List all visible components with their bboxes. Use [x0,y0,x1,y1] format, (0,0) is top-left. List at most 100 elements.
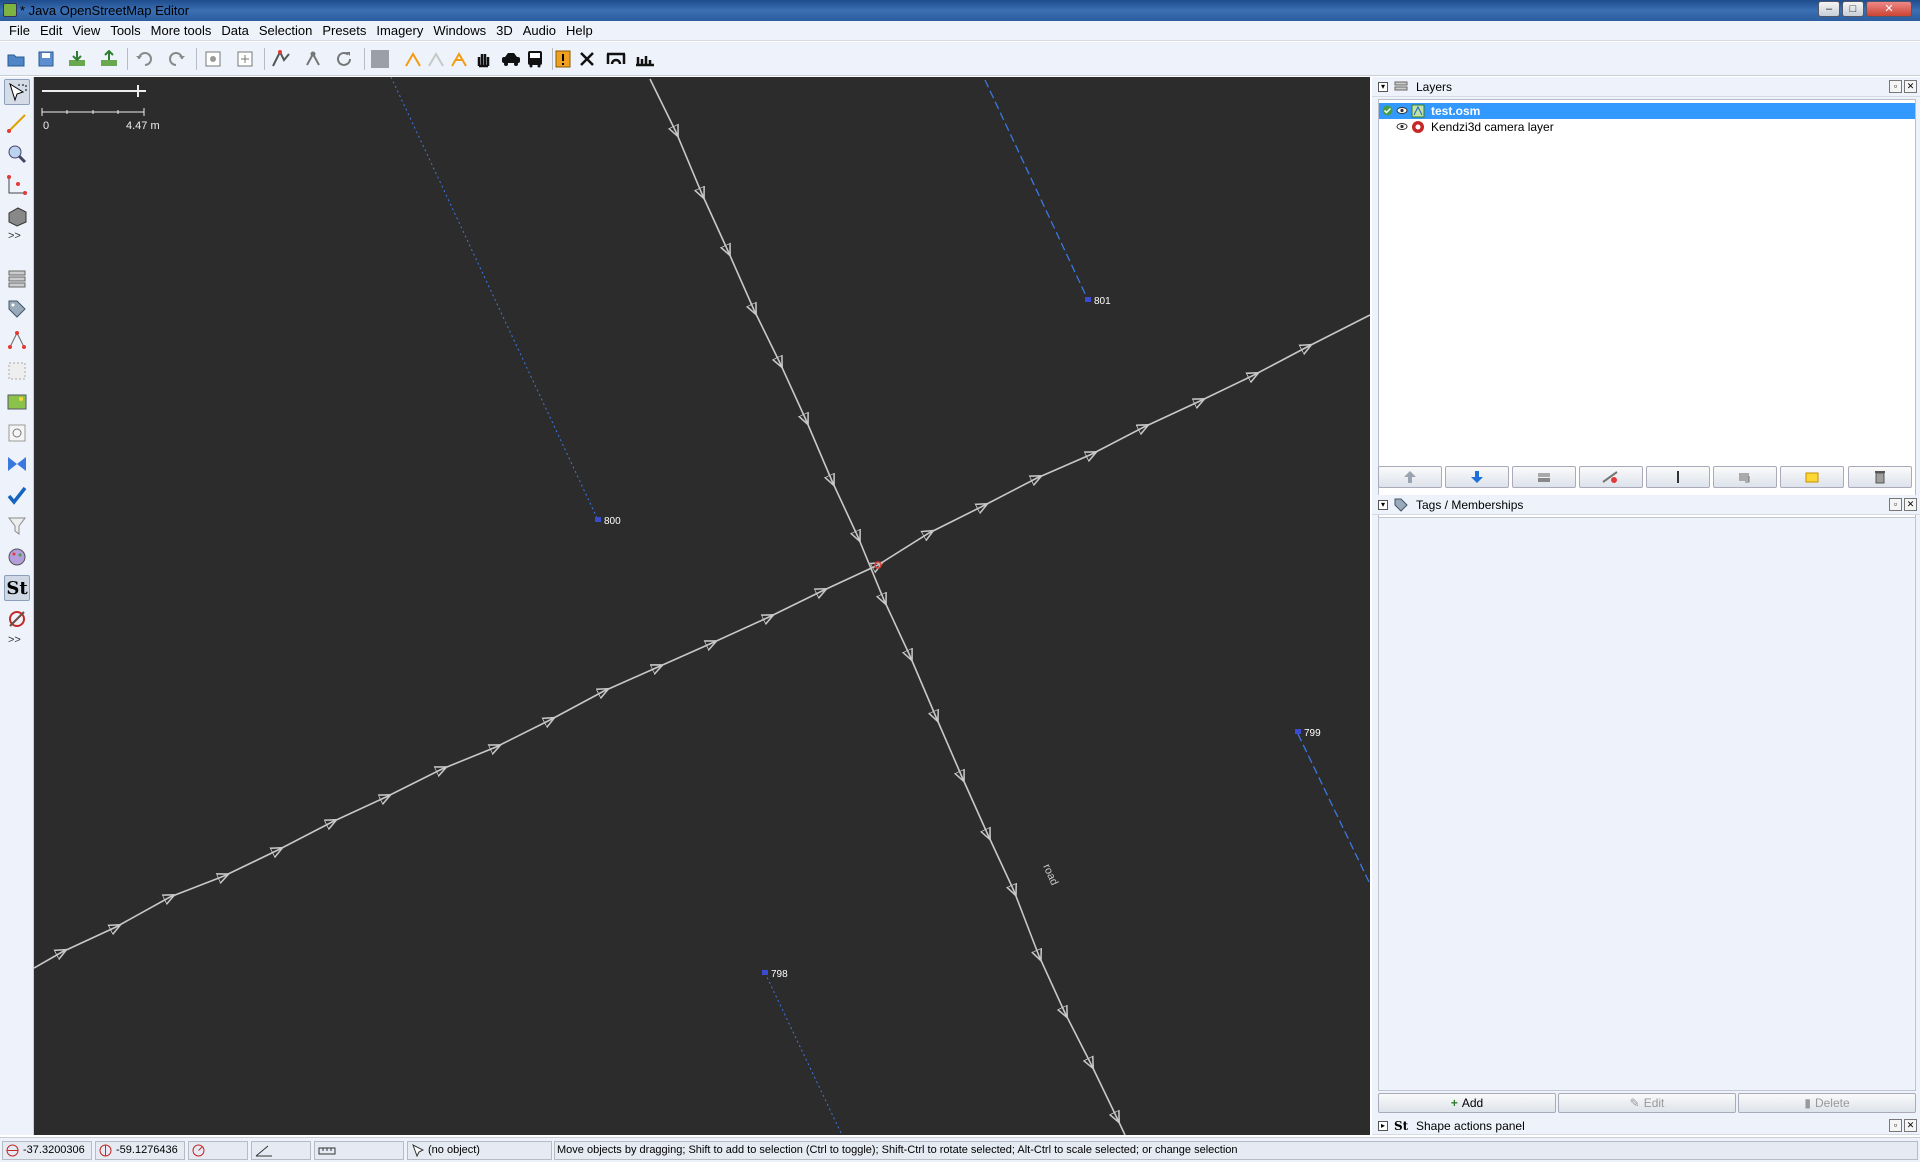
draw-icon[interactable] [4,110,30,136]
tool-c-icon[interactable] [448,48,470,70]
minimize-button[interactable]: – [1818,1,1840,17]
refresh-icon[interactable] [333,48,355,70]
latitude-field[interactable]: -37.3200306 [2,1141,92,1160]
select-icon[interactable] [4,79,30,105]
road-way-north-south[interactable] [649,78,1126,1135]
merge-layer-button[interactable] [1512,466,1576,488]
more-tools-toggle[interactable]: >> [8,230,21,242]
map-paint-icon[interactable] [4,544,30,570]
expand-shape-actions-icon[interactable]: ▸ [1378,1121,1388,1131]
activate-layer-button[interactable] [1780,466,1844,488]
menu-data[interactable]: Data [216,21,253,41]
longitude-field[interactable]: -59.1276436 [95,1141,185,1160]
menu-imagery[interactable]: Imagery [371,21,428,41]
add-tag-button[interactable]: + Add [1378,1093,1556,1113]
menu-view[interactable]: View [67,21,105,41]
node-800[interactable]: 800 [595,516,621,527]
filter-icon[interactable] [4,513,30,539]
opacity-button[interactable] [1646,466,1710,488]
zoom-icon[interactable] [4,141,30,167]
redo-icon[interactable] [166,48,188,70]
menu-presets[interactable]: Presets [317,21,371,41]
split-way-icon[interactable] [270,48,292,70]
zoom-fit-icon[interactable] [234,48,256,70]
layer-visibility-button[interactable] [1579,466,1643,488]
move-up-button[interactable] [1378,466,1442,488]
dashed-way-801[interactable] [984,79,1089,301]
road-way-southwest-northeast[interactable] [34,314,1370,969]
duplicate-layer-button[interactable] [1713,466,1777,488]
detach-shape-icon[interactable]: ▫ [1889,1119,1902,1132]
shape-tools-icon[interactable]: St [4,575,30,601]
building-icon[interactable] [4,203,30,229]
more-panels-toggle[interactable]: >> [8,634,21,646]
bridge-icon[interactable] [605,48,627,70]
maximize-button[interactable]: □ [1842,1,1864,17]
detach-tags-icon[interactable]: ▫ [1889,498,1902,511]
close-window-button[interactable]: ✕ [1866,1,1912,17]
dashed-way-799[interactable] [1297,733,1370,885]
kendzi-icon[interactable] [4,606,30,632]
open-icon[interactable] [5,48,27,70]
delete-layer-button[interactable] [1848,466,1912,488]
close-layers-icon[interactable]: ✕ [1904,80,1917,93]
close-tags-icon[interactable]: ✕ [1904,498,1917,511]
selection-list-icon[interactable] [4,358,30,384]
delete-icon[interactable] [576,48,598,70]
undo-icon[interactable] [133,48,155,70]
merge-nodes-icon[interactable] [302,48,324,70]
map-canvas[interactable]: 0 4.47 m road 800 801 799 798 [34,77,1370,1135]
collapse-layers-icon[interactable]: ▾ [1378,82,1388,92]
improve-way-icon[interactable] [4,172,30,198]
menu-file[interactable]: File [4,21,35,41]
chart-icon[interactable] [634,48,656,70]
tags-table[interactable] [1378,517,1916,1091]
active-layer-check-icon[interactable] [1382,105,1393,116]
layer-row-kendzi3d-camera[interactable]: Kendzi3d camera layer [1379,119,1915,135]
wms-layer-icon[interactable] [369,48,391,70]
download-icon[interactable] [66,48,88,70]
imagery-icon[interactable] [4,389,30,415]
collapse-tags-icon[interactable]: ▾ [1378,500,1388,510]
menu-more-tools[interactable]: More tools [146,21,217,41]
dashed-way-800[interactable] [390,77,599,521]
layers-panel-icon[interactable] [4,265,30,291]
visibility-eye-icon[interactable] [1396,121,1408,132]
node-801[interactable]: 801 [1085,296,1111,307]
map-view[interactable]: 0 4.47 m road 800 801 799 798 [34,77,1370,1135]
menu-windows[interactable]: Windows [428,21,491,41]
close-shape-icon[interactable]: ✕ [1904,1119,1917,1132]
menu-help[interactable]: Help [561,21,598,41]
edit-tag-button[interactable]: ✎ Edit [1558,1093,1736,1113]
validator-icon[interactable] [552,48,574,70]
visibility-eye-icon[interactable] [1396,105,1408,116]
save-icon[interactable] [35,48,57,70]
tool-b-icon[interactable] [425,48,447,70]
filter-panel-icon[interactable] [4,420,30,446]
move-down-button[interactable] [1445,466,1509,488]
preferences-icon[interactable] [202,48,224,70]
angle-field[interactable] [251,1141,311,1160]
menu-tools[interactable]: Tools [105,21,145,41]
detach-layers-icon[interactable]: ▫ [1889,80,1902,93]
node-798[interactable]: 798 [762,969,788,980]
relations-icon[interactable] [4,327,30,353]
bus-icon[interactable] [524,48,546,70]
menu-edit[interactable]: Edit [35,21,67,41]
upload-icon[interactable] [98,48,120,70]
conflict-icon[interactable] [4,451,30,477]
object-field[interactable]: (no object) [407,1141,552,1160]
layer-row-test-osm[interactable]: test.osm [1379,103,1915,119]
menu-audio[interactable]: Audio [518,21,561,41]
delete-tag-button[interactable]: ▮ Delete [1738,1093,1916,1113]
menu-3d[interactable]: 3D [491,21,518,41]
car-icon[interactable] [500,48,522,70]
menu-selection[interactable]: Selection [254,21,317,41]
tags-panel-icon[interactable] [4,296,30,322]
tool-a-icon[interactable] [402,48,424,70]
hand-icon[interactable] [472,48,494,70]
distance-field[interactable] [314,1141,404,1160]
dashed-way-798[interactable] [764,972,843,1135]
heading-field[interactable] [188,1141,248,1160]
validation-icon[interactable] [4,482,30,508]
